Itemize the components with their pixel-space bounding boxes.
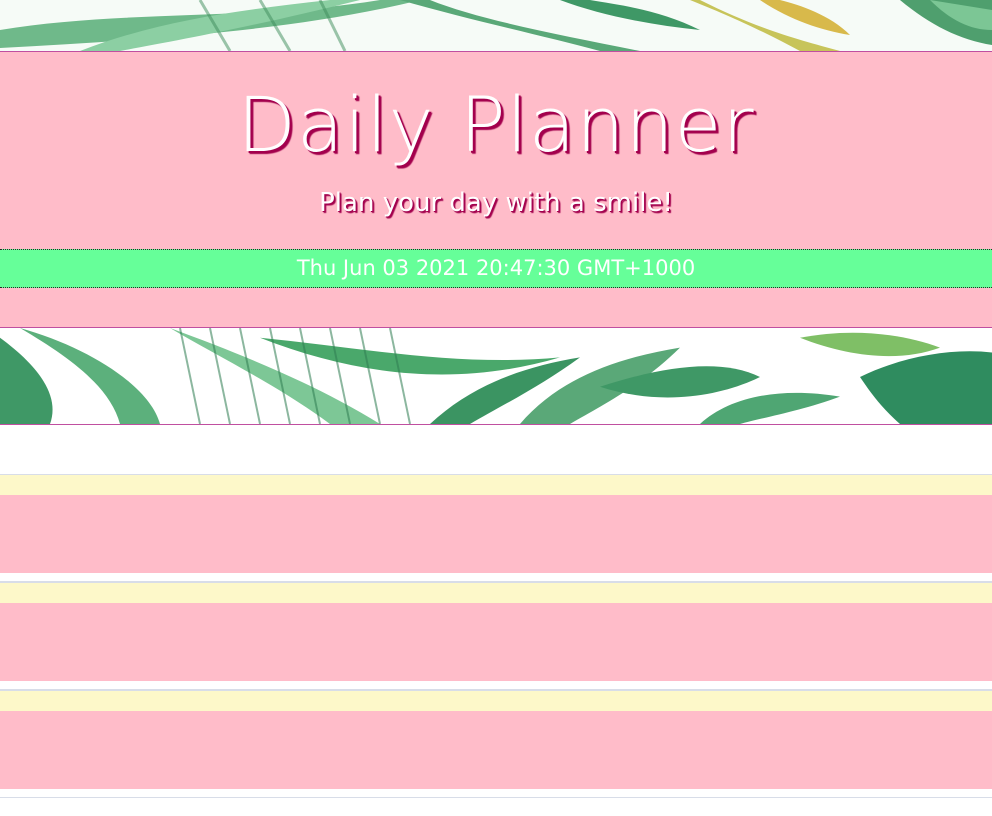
event-entry-area[interactable]: [0, 495, 992, 573]
page-subtitle: Plan your day with a smile!: [319, 188, 673, 218]
planner-header: Daily Planner Plan your day with a smile…: [0, 51, 992, 249]
hour-label-strip: [0, 475, 992, 495]
hour-label-strip: [0, 691, 992, 711]
time-block-row: [0, 582, 992, 690]
time-block-row: [0, 690, 992, 798]
page-title: Daily Planner: [237, 80, 755, 169]
row-divider: [0, 789, 992, 798]
time-blocks: [0, 474, 992, 798]
tropical-leaves-banner-top: [0, 0, 992, 51]
palm-leaves-image: [0, 0, 992, 51]
palm-leaves-image: [0, 328, 992, 424]
event-entry-area[interactable]: [0, 603, 992, 681]
row-divider: [0, 681, 992, 690]
hour-label-strip: [0, 583, 992, 603]
tropical-leaves-banner-middle: [0, 327, 992, 425]
current-date-display: Thu Jun 03 2021 20:47:30 GMT+1000: [0, 249, 992, 288]
time-block-row: [0, 474, 992, 582]
row-divider: [0, 573, 992, 582]
header-footer-band: [0, 288, 992, 327]
event-entry-area[interactable]: [0, 711, 992, 789]
